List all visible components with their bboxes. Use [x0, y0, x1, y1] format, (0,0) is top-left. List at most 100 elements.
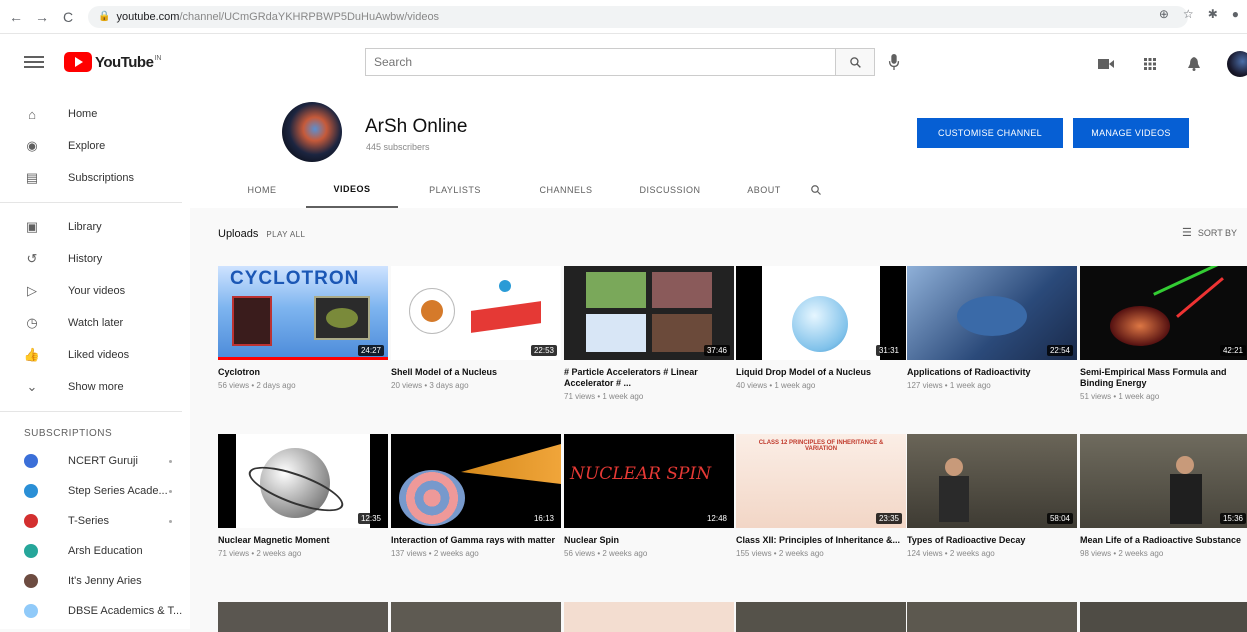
video-card[interactable]: 37:46 # Particle Accelerators # Linear Ac…	[564, 266, 734, 401]
profile-icon[interactable]: ●	[1232, 7, 1239, 21]
account-avatar[interactable]	[1227, 51, 1247, 77]
video-thumbnail[interactable]	[564, 602, 734, 632]
tab-videos[interactable]: VIDEOS	[306, 172, 398, 208]
video-thumbnail[interactable]	[391, 602, 561, 632]
sort-icon: ☰	[1182, 227, 1192, 239]
sidebar-item-watch-later[interactable]: ◷ Watch later	[0, 307, 190, 339]
video-card[interactable]: 22:53 Shell Model of a Nucleus 20 views • …	[391, 266, 561, 390]
video-thumbnail[interactable]: 16:13	[391, 434, 561, 528]
customise-channel-button[interactable]: CUSTOMISE CHANNEL	[917, 118, 1063, 148]
subscription-item[interactable]: Arsh Education	[0, 536, 190, 566]
subscription-item[interactable]: Step Series Acade...	[0, 476, 190, 506]
video-card[interactable]: 16:13 Interaction of Gamma rays with matt…	[391, 434, 561, 558]
manage-videos-button[interactable]: MANAGE VIDEOS	[1073, 118, 1189, 148]
channel-avatar-icon	[24, 544, 38, 558]
sidebar-item-show-more[interactable]: ⌄ Show more	[0, 371, 190, 403]
video-meta: 51 views • 1 week ago	[1080, 392, 1160, 401]
channel-avatar[interactable]	[282, 102, 342, 162]
tab-playlists[interactable]: PLAYLISTS	[410, 172, 500, 208]
subscription-item[interactable]: NCERT Guruji	[0, 446, 190, 476]
play-all-button[interactable]: PLAY ALL	[266, 230, 305, 239]
youtube-logo[interactable]: YouTube IN	[64, 52, 161, 72]
video-thumbnail[interactable]: 37:46	[564, 266, 734, 360]
video-title[interactable]: Semi-Empirical Mass Formula and Binding …	[1080, 367, 1247, 389]
video-title[interactable]: Mean Life of a Radioactive Substance	[1080, 535, 1247, 546]
back-icon[interactable]: ←	[6, 7, 26, 27]
uploads-title: Uploads	[218, 228, 259, 240]
video-title[interactable]: Interaction of Gamma rays with matter	[391, 535, 561, 546]
video-title[interactable]: Applications of Radioactivity	[907, 367, 1077, 378]
video-thumbnail[interactable]: 22:53	[391, 266, 561, 360]
tab-home[interactable]: HOME	[234, 172, 290, 208]
notifications-icon[interactable]	[1183, 53, 1205, 75]
video-card[interactable]: NUCLEAR SPIN 12:48 Nuclear Spin 56 views • …	[564, 434, 734, 558]
subscription-label: DBSE Academics & T...	[68, 605, 183, 617]
video-title[interactable]: Liquid Drop Model of a Nucleus	[736, 367, 906, 378]
sort-by-button[interactable]: ☰ SORT BY	[1182, 226, 1237, 239]
tab-about[interactable]: ABOUT	[734, 172, 794, 208]
sidebar-item-label: Watch later	[68, 317, 124, 329]
video-thumbnail[interactable]: 31:31	[736, 266, 906, 360]
video-thumbnail[interactable]: 58:04	[907, 434, 1077, 528]
video-card[interactable]: 42:21 Semi-Empirical Mass Formula and Bin…	[1080, 266, 1247, 401]
video-title[interactable]: Nuclear Spin	[564, 535, 734, 546]
video-thumbnail[interactable]	[1080, 602, 1247, 632]
video-title[interactable]: Class XII: Principles of Inheritance &..…	[736, 535, 906, 546]
star-icon[interactable]: ☆	[1183, 7, 1194, 21]
subscription-item[interactable]: DBSE Academics & T...	[0, 596, 190, 626]
video-thumbnail[interactable]: CYCLOTRON 24:27	[218, 266, 388, 360]
video-title[interactable]: Cyclotron	[218, 367, 388, 378]
sidebar-item-history[interactable]: ↺ History	[0, 243, 190, 275]
reload-icon[interactable]: C	[58, 7, 78, 27]
sidebar-item-explore[interactable]: ◉ Explore	[0, 130, 190, 162]
sidebar-item-label: Library	[68, 221, 102, 233]
address-bar[interactable]: 🔒 youtube.com /channel/UCmGRdaYKHRPBWP5D…	[88, 5, 1188, 28]
video-card[interactable]: 15:36 Mean Life of a Radioactive Substanc…	[1080, 434, 1247, 558]
apps-icon[interactable]	[1139, 53, 1161, 75]
video-card[interactable]: CLASS 12 PRINCIPLES OF INHERITANCE & VAR…	[736, 434, 906, 558]
sidebar-item-your-videos[interactable]: ▷ Your videos	[0, 275, 190, 307]
video-card[interactable]: CYCLOTRON 24:27 Cyclotron 56 views • 2 days…	[218, 266, 388, 390]
video-card[interactable]: 58:04 Types of Radioactive Decay 124 views…	[907, 434, 1077, 558]
search-button[interactable]	[835, 48, 875, 76]
video-thumbnail[interactable]: 15:36	[1080, 434, 1247, 528]
sidebar-item-subscriptions[interactable]: ▤ Subscriptions	[0, 162, 190, 194]
video-title[interactable]: Types of Radioactive Decay	[907, 535, 1077, 546]
video-title[interactable]: Shell Model of a Nucleus	[391, 367, 561, 378]
menu-icon[interactable]	[22, 53, 46, 71]
sidebar-item-liked-videos[interactable]: 👍 Liked videos	[0, 339, 190, 371]
sidebar-item-home[interactable]: ⌂ Home	[0, 98, 190, 130]
video-thumbnail[interactable]	[218, 602, 388, 632]
search-input[interactable]	[365, 48, 835, 76]
video-title[interactable]: # Particle Accelerators # Linear Acceler…	[564, 367, 734, 389]
video-card[interactable]: 22:54 Applications of Radioactivity 127 vi…	[907, 266, 1077, 390]
video-thumbnail[interactable]	[736, 602, 906, 632]
create-video-icon[interactable]	[1095, 53, 1117, 75]
video-card[interactable]: 12:35 Nuclear Magnetic Moment 71 views • 2…	[218, 434, 388, 558]
video-thumbnail[interactable]: 12:35	[218, 434, 388, 528]
video-meta: 155 views • 2 weeks ago	[736, 549, 824, 558]
sidebar-item-library[interactable]: ▣ Library	[0, 211, 190, 243]
zoom-icon[interactable]: ⊕	[1159, 7, 1169, 21]
forward-icon[interactable]: →	[32, 7, 52, 27]
subscriptions-heading: SUBSCRIPTIONS	[24, 427, 113, 439]
tab-discussion[interactable]: DISCUSSION	[624, 172, 716, 208]
subscription-item[interactable]: T-Series	[0, 506, 190, 536]
video-card[interactable]: 31:31 Liquid Drop Model of a Nucleus 40 vi…	[736, 266, 906, 390]
chevron-down-icon: ⌄	[26, 379, 38, 394]
video-thumbnail[interactable]: 22:54	[907, 266, 1077, 360]
thumb-text: CLASS 12 PRINCIPLES OF INHERITANCE & VAR…	[758, 440, 884, 452]
tab-channels[interactable]: CHANNELS	[526, 172, 606, 208]
video-thumbnail[interactable]: 42:21	[1080, 266, 1247, 360]
video-thumbnail[interactable]: NUCLEAR SPIN 12:48	[564, 434, 734, 528]
extensions-icon[interactable]: ✱	[1208, 7, 1218, 21]
subscription-item[interactable]: It's Jenny Aries	[0, 566, 190, 596]
channel-search-icon[interactable]	[806, 172, 826, 208]
video-thumbnail[interactable]	[907, 602, 1077, 632]
video-thumbnail[interactable]: CLASS 12 PRINCIPLES OF INHERITANCE & VAR…	[736, 434, 906, 528]
video-title[interactable]: Nuclear Magnetic Moment	[218, 535, 388, 546]
thumb-text: NUCLEAR SPIN	[570, 464, 712, 484]
video-meta: 71 views • 1 week ago	[564, 392, 644, 401]
channel-header: ArSh Online 445 subscribers CUSTOMISE CH…	[190, 90, 1247, 208]
mic-icon[interactable]	[885, 53, 903, 71]
